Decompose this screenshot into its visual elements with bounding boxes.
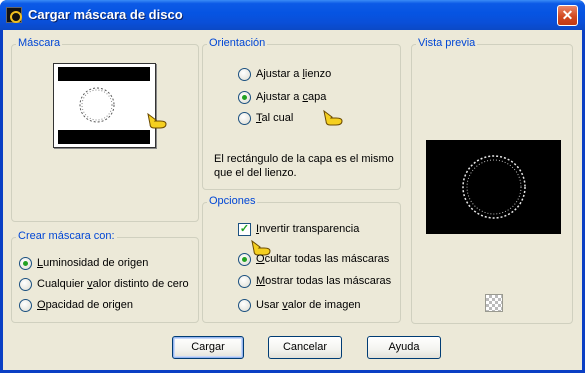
dialog-body: Máscara Orientación Ajustar a lienzo Aju… xyxy=(3,30,582,370)
invert-transparency-label: Invertir transparencia xyxy=(256,223,360,235)
app-icon xyxy=(6,7,22,23)
orientation-group-label: Orientación xyxy=(207,37,268,49)
radio-fit-layer-button[interactable] xyxy=(238,91,251,104)
radio-use-image-value-label: Usar valor de imagen xyxy=(256,299,361,311)
hand-pointer-icon xyxy=(147,112,167,129)
close-icon: ✕ xyxy=(561,7,574,23)
mask-group: Máscara xyxy=(11,37,199,222)
hand-pointer-icon xyxy=(323,109,343,126)
invert-transparency-checkbox-row[interactable]: ✓ Invertir transparencia xyxy=(238,223,383,237)
orientation-info-text: El rectángulo de la capa es el mismo que… xyxy=(214,153,394,179)
radio-use-image-value-button[interactable] xyxy=(238,299,251,312)
radio-any-nonzero-button[interactable] xyxy=(19,278,32,291)
radio-hide-all-masks-label: Ocultar todas las máscaras xyxy=(256,253,390,265)
mask-thumbnail-image xyxy=(54,64,155,147)
mask-group-label: Máscara xyxy=(16,37,63,49)
radio-any-nonzero-label: Cualquier valor distinto de cero xyxy=(37,278,189,290)
invert-transparency-checkbox[interactable]: ✓ xyxy=(238,223,251,236)
radio-use-image-value[interactable]: Usar valor de imagen xyxy=(238,299,388,313)
radio-fit-canvas-label: Ajustar a lienzo xyxy=(256,68,332,80)
window-title: Cargar máscara de disco xyxy=(28,7,183,22)
radio-fit-layer[interactable]: Ajustar a capa xyxy=(238,91,368,105)
orientation-group: Orientación Ajustar a lienzo Ajustar a c… xyxy=(202,37,401,190)
mask-thumbnail[interactable] xyxy=(53,63,156,148)
title-bar[interactable]: Cargar máscara de disco ✕ xyxy=(0,0,585,30)
checkerboard-icon[interactable] xyxy=(485,294,503,312)
preview-image xyxy=(426,140,561,234)
help-button[interactable]: Ayuda xyxy=(367,336,441,359)
dialog-window: Cargar máscara de disco ✕ Máscara Orient… xyxy=(0,0,585,373)
radio-hide-all-masks-button[interactable] xyxy=(238,253,251,266)
radio-source-luminance-label: Luminosidad de origen xyxy=(37,257,149,269)
radio-fit-layer-label: Ajustar a capa xyxy=(256,91,327,103)
radio-as-is-button[interactable] xyxy=(238,112,251,125)
radio-hide-all-masks[interactable]: Ocultar todas las máscaras xyxy=(238,253,398,267)
options-group: Opciones ✓ Invertir transparencia Oculta… xyxy=(202,195,401,323)
radio-source-opacity-label: Opacidad de origen xyxy=(37,299,134,311)
preview-group: Vista previa xyxy=(411,37,573,324)
radio-fit-canvas-button[interactable] xyxy=(238,68,251,81)
radio-source-opacity-button[interactable] xyxy=(19,299,32,312)
radio-any-nonzero[interactable]: Cualquier valor distinto de cero xyxy=(19,278,194,292)
load-button[interactable]: Cargar xyxy=(172,336,244,359)
create-mask-group: Crear máscara con: Luminosidad de origen… xyxy=(11,230,199,323)
create-mask-group-label: Crear máscara con: xyxy=(16,230,117,242)
close-button[interactable]: ✕ xyxy=(557,5,578,26)
options-group-label: Opciones xyxy=(207,195,258,207)
radio-source-luminance[interactable]: Luminosidad de origen xyxy=(19,257,189,271)
radio-show-all-masks-label: Mostrar todas las máscaras xyxy=(256,275,392,287)
radio-as-is-label: Tal cual xyxy=(256,112,294,124)
radio-show-all-masks[interactable]: Mostrar todas las máscaras xyxy=(238,275,398,289)
radio-show-all-masks-button[interactable] xyxy=(238,275,251,288)
preview-mask-image xyxy=(462,155,526,219)
radio-source-luminance-button[interactable] xyxy=(19,257,32,270)
cancel-button[interactable]: Cancelar xyxy=(268,336,342,359)
radio-source-opacity[interactable]: Opacidad de origen xyxy=(19,299,189,313)
preview-group-label: Vista previa xyxy=(416,37,478,49)
radio-fit-canvas[interactable]: Ajustar a lienzo xyxy=(238,68,368,82)
